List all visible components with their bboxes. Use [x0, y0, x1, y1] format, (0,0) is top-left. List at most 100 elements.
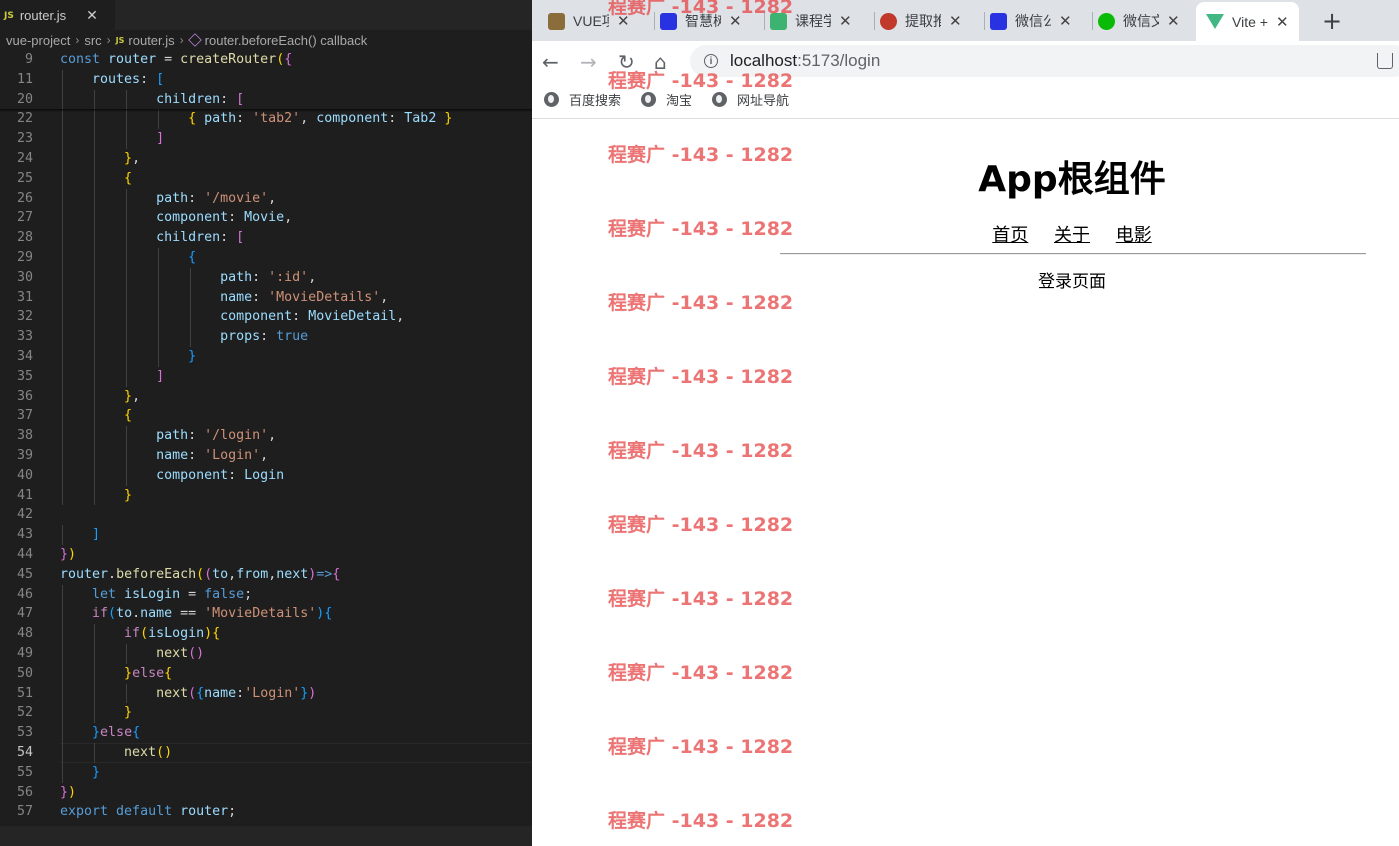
image-favicon	[548, 12, 565, 30]
code-line[interactable]: 20 children: [	[0, 89, 532, 110]
code-line[interactable]: 34 }	[0, 347, 532, 367]
line-number: 45	[16, 566, 33, 582]
code-line[interactable]: 53 }else{	[0, 723, 532, 743]
tab-separator	[1092, 12, 1093, 30]
bookmark-taobao[interactable]: 淘宝	[641, 90, 692, 109]
browser-tab[interactable]: 提取推 ✕	[880, 6, 962, 36]
code-line[interactable]: 43 ]	[0, 525, 532, 545]
code-line[interactable]: 47 if(to.name == 'MovieDetails'){	[0, 604, 532, 625]
code-line[interactable]: 27 component: Movie,	[0, 208, 532, 229]
code-line[interactable]: 42	[0, 505, 532, 525]
breadcrumb-item-symbol[interactable]: router.beforeEach() callback	[205, 33, 368, 48]
close-icon[interactable]: ✕	[1276, 13, 1289, 31]
code-line[interactable]: 51 next({name:'Login'})	[0, 683, 532, 704]
bookmark-baidu[interactable]: 百度搜索	[544, 90, 621, 109]
code-line[interactable]: 37 {	[0, 406, 532, 427]
code-text: },	[124, 151, 141, 166]
code-line[interactable]: 25 {	[0, 168, 532, 189]
close-icon[interactable]: ✕	[617, 12, 630, 30]
code-line[interactable]: 9 const router = createRouter({	[0, 50, 532, 70]
code-line[interactable]: 24 },	[0, 149, 532, 169]
forward-arrow-icon[interactable]: →	[580, 50, 597, 74]
sticky-scroll-shadow	[0, 109, 532, 112]
code-line[interactable]: 22 { path: 'tab2', component: Tab2 }	[0, 109, 532, 130]
code-line[interactable]: 36 },	[0, 386, 532, 407]
code-line[interactable]: 28 children: [	[0, 228, 532, 248]
address-bar[interactable]: i localhost:5173/login	[690, 45, 1399, 77]
home-icon[interactable]: ⌂	[654, 50, 667, 74]
code-line[interactable]: 48 if(isLogin){	[0, 624, 532, 644]
code-line[interactable]: 44})	[0, 545, 532, 565]
editor-tab-router-js[interactable]: JS router.js ✕	[0, 0, 115, 30]
code-line[interactable]: 39 name: 'Login',	[0, 446, 532, 466]
code-text: path: '/login',	[156, 428, 277, 444]
code-line[interactable]: 41 }	[0, 485, 532, 506]
back-arrow-icon[interactable]: ←	[542, 50, 559, 74]
code-line[interactable]: 40 component: Login	[0, 465, 532, 486]
code-line[interactable]: 30 path: ':id',	[0, 267, 532, 288]
code-line[interactable]: 49 next()	[0, 644, 532, 664]
browser-tab[interactable]: 智慧树 ✕	[660, 6, 742, 36]
site-info-icon[interactable]: i	[704, 54, 718, 68]
share-icon[interactable]	[1377, 53, 1393, 69]
close-icon[interactable]: ✕	[839, 12, 852, 30]
code-line[interactable]: 29 {	[0, 248, 532, 268]
browser-tab-title: 智慧树	[685, 13, 721, 29]
breadcrumb-item-src[interactable]: src	[84, 33, 101, 48]
line-number: 56	[16, 784, 33, 800]
breadcrumb-item-file[interactable]: router.js	[128, 33, 174, 48]
browser-tab[interactable]: 微信文 ✕	[1098, 6, 1180, 36]
close-icon[interactable]: ✕	[1059, 12, 1072, 30]
nav-link-home[interactable]: 首页	[992, 225, 1028, 246]
new-tab-button[interactable]: +	[1322, 7, 1342, 35]
url-host: localhost	[730, 51, 798, 70]
browser-tab[interactable]: 课程学 ✕	[770, 6, 852, 36]
code-line[interactable]: 56})	[0, 783, 532, 803]
line-number: 50	[16, 665, 33, 681]
code-line[interactable]: 26 path: '/movie',	[0, 188, 532, 209]
close-icon[interactable]: ✕	[949, 12, 962, 30]
code-text: name: 'MovieDetails',	[220, 289, 389, 305]
code-text: })	[60, 547, 77, 562]
bookmark-nav[interactable]: 网址导航	[712, 90, 789, 109]
reload-icon[interactable]: ↻	[618, 50, 635, 74]
close-icon[interactable]: ✕	[729, 12, 742, 30]
code-line[interactable]: 52 }	[0, 703, 532, 724]
browser-tab[interactable]: Vite + Vue ✕	[1196, 2, 1299, 41]
code-line[interactable]: 50 }else{	[0, 663, 532, 684]
code-line[interactable]: 45 router.beforeEach((to,from,next)=>{	[0, 565, 532, 585]
browser-tab[interactable]: VUE项 ✕	[548, 6, 630, 36]
code-line[interactable]: 54 next()	[0, 743, 532, 763]
code-line[interactable]: 46 let isLogin = false;	[0, 584, 532, 605]
page-title: App根组件	[978, 159, 1166, 200]
line-number: 9	[24, 52, 33, 67]
code-line[interactable]: 57 export default router;	[0, 802, 532, 822]
nav-link-movie[interactable]: 电影	[1116, 225, 1152, 246]
nav-link-about[interactable]: 关于	[1054, 225, 1090, 246]
code-line[interactable]: 33 props: true	[0, 327, 532, 347]
code-editor[interactable]: JS router.js ✕ vue-project › src › JS ro…	[0, 0, 532, 846]
code-line[interactable]: 23 ]	[0, 129, 532, 149]
browser-tab[interactable]: 微信公 ✕	[990, 6, 1072, 36]
code-text: component: MovieDetail,	[220, 309, 405, 325]
close-icon[interactable]: ✕	[1167, 12, 1180, 30]
close-icon[interactable]: ✕	[86, 8, 98, 24]
code-line[interactable]: 32 component: MovieDetail,	[0, 307, 532, 328]
line-number: 24	[16, 151, 33, 166]
code-line[interactable]: 55 }	[0, 762, 532, 783]
line-number: 40	[16, 467, 33, 483]
code-area[interactable]: 9 const router = createRouter({11 routes:…	[0, 50, 532, 826]
tab-separator	[984, 12, 985, 30]
code-line[interactable]: 38 path: '/login',	[0, 426, 532, 446]
code-line[interactable]: 31 name: 'MovieDetails',	[0, 287, 532, 308]
line-number: 38	[16, 428, 33, 444]
breadcrumb-item-project[interactable]: vue-project	[6, 33, 70, 48]
code-text: if(isLogin){	[124, 626, 221, 642]
code-line[interactable]: 35 ]	[0, 366, 532, 387]
code-text: },	[124, 388, 141, 404]
line-number: 57	[16, 804, 33, 820]
method-cube-icon	[187, 33, 202, 47]
line-number: 53	[16, 725, 33, 741]
code-line[interactable]: 11 routes: [	[0, 69, 532, 90]
code-text: }	[124, 487, 133, 503]
